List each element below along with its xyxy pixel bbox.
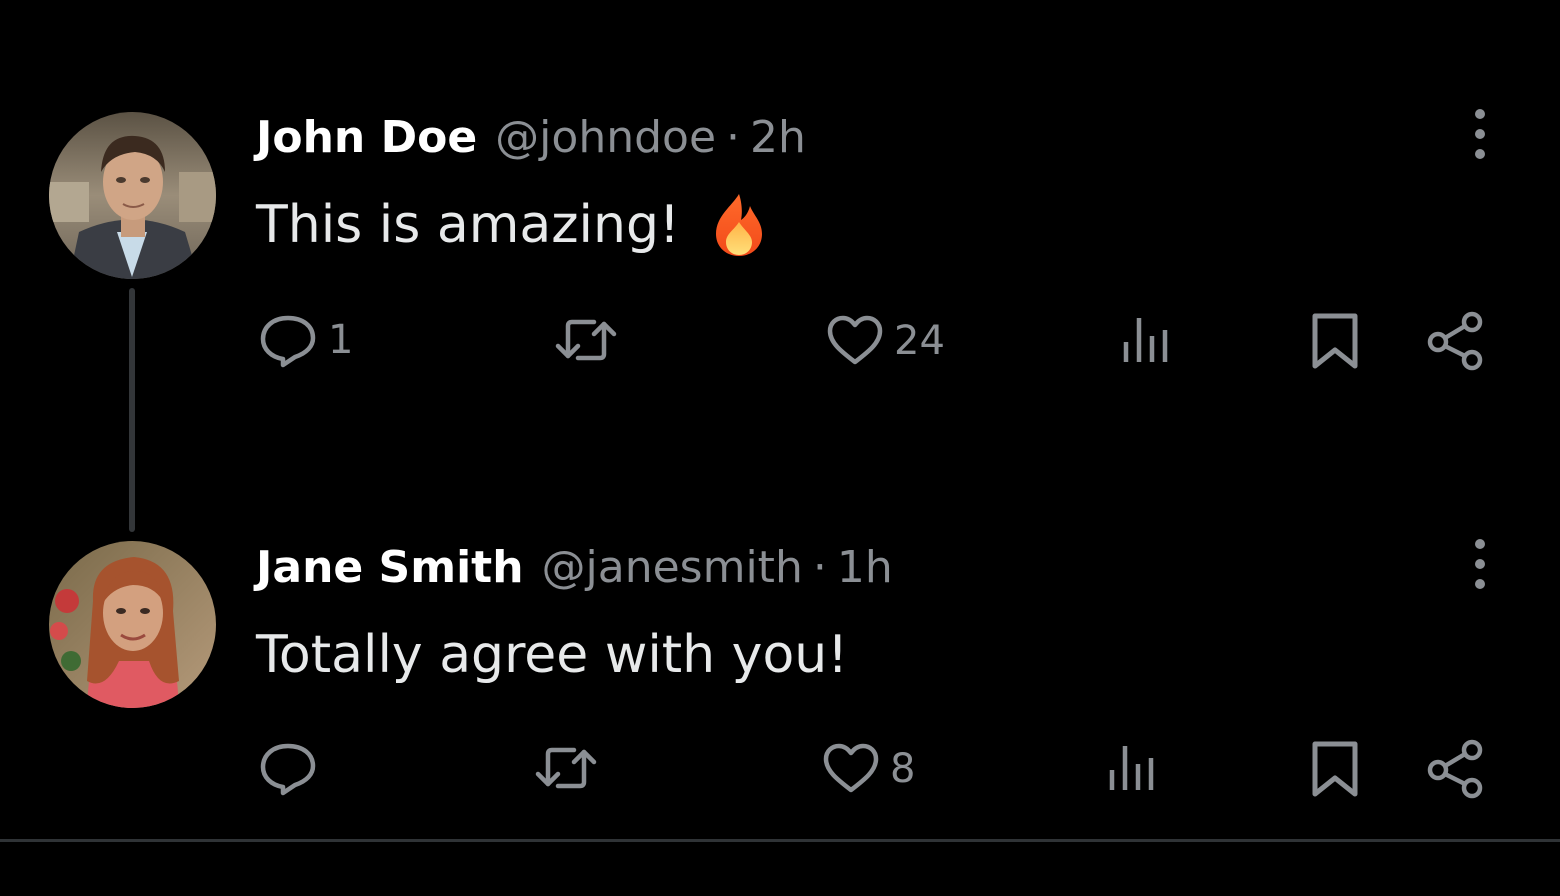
like-button[interactable]: 8: [822, 742, 915, 796]
tweet-text: Totally agree with you!: [256, 620, 848, 690]
tweet-header: Jane Smith @janesmith · 1h: [256, 538, 893, 598]
views-button[interactable]: [1120, 314, 1182, 366]
tweet-text-content: Totally agree with you!: [256, 625, 849, 685]
fire-icon: [715, 194, 762, 256]
reply-icon: [260, 743, 316, 796]
retweet-icon: [535, 747, 597, 789]
like-count: 8: [890, 746, 916, 792]
more-options-button[interactable]: [1456, 534, 1504, 594]
views-button[interactable]: [1106, 742, 1168, 794]
more-vertical-icon: [1475, 109, 1485, 159]
bookmark-icon: [1312, 313, 1358, 369]
heart-icon: [827, 315, 883, 365]
author-name[interactable]: Jane Smith: [256, 538, 524, 598]
reply-button[interactable]: [258, 740, 328, 796]
bar-chart-icon: [1123, 318, 1168, 362]
reply-thread: John Doe @johndoe · 2h This is amazing!: [0, 0, 1560, 896]
thread-divider: [0, 839, 1560, 842]
tweet-text-content: This is amazing!: [256, 195, 680, 255]
reply-icon: [260, 315, 316, 368]
timestamp[interactable]: 1h: [837, 538, 893, 598]
like-button[interactable]: 24: [826, 314, 945, 368]
share-icon: [1427, 311, 1483, 371]
reply-count: 1: [328, 317, 354, 363]
reply-button[interactable]: 1: [258, 312, 353, 368]
separator-dot: ·: [726, 112, 741, 163]
author-handle[interactable]: @janesmith: [542, 538, 803, 598]
retweet-button[interactable]: [554, 312, 628, 368]
bookmark-button[interactable]: [1310, 312, 1360, 370]
author-handle[interactable]: @johndoe: [495, 108, 716, 168]
bar-chart-icon: [1109, 746, 1154, 790]
retweet-icon: [555, 319, 617, 361]
tweet-text: This is amazing!: [256, 190, 768, 260]
avatar-john-doe[interactable]: [49, 112, 216, 279]
like-count: 24: [894, 318, 945, 364]
heart-icon: [823, 743, 879, 793]
avatar-jane-smith[interactable]: [49, 541, 216, 708]
share-button[interactable]: [1426, 738, 1486, 800]
bookmark-icon: [1312, 741, 1358, 797]
timestamp[interactable]: 2h: [750, 108, 806, 168]
share-icon: [1427, 739, 1483, 799]
bookmark-button[interactable]: [1310, 740, 1360, 798]
retweet-button[interactable]: [534, 740, 608, 796]
tweet-header: John Doe @johndoe · 2h: [256, 108, 806, 168]
more-vertical-icon: [1475, 539, 1485, 589]
more-options-button[interactable]: [1456, 104, 1504, 164]
author-name[interactable]: John Doe: [256, 108, 477, 168]
separator-dot: ·: [812, 542, 827, 593]
share-button[interactable]: [1426, 310, 1486, 372]
thread-connector-line: [129, 288, 135, 532]
